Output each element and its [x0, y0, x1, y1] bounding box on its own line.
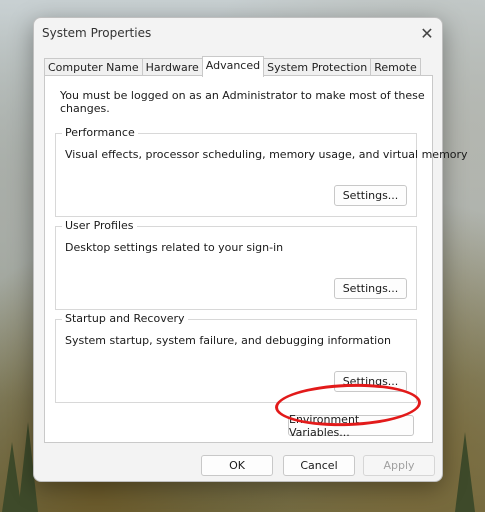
startup-recovery-group: Startup and Recovery System startup, sys… [55, 312, 417, 403]
startup-recovery-label: Startup and Recovery [62, 312, 188, 325]
environment-variables-button[interactable]: Environment Variables... [288, 413, 414, 439]
user-profiles-settings-button[interactable]: Settings... [334, 278, 407, 299]
cancel-button[interactable]: Cancel [283, 455, 355, 476]
advanced-tab-panel: You must be logged on as an Administrato… [44, 75, 468, 443]
background-tree [455, 432, 475, 512]
user-profiles-description: Desktop settings related to your sign-in [65, 241, 284, 254]
apply-button[interactable]: Apply [363, 455, 435, 476]
performance-label: Performance [62, 126, 138, 139]
startup-recovery-settings-button[interactable]: Settings... [334, 371, 407, 392]
tab-advanced[interactable]: Advanced [201, 56, 265, 77]
close-icon[interactable]: ✕ [412, 18, 442, 48]
performance-description: Visual effects, processor scheduling, me… [65, 148, 468, 161]
admin-notice: You must be logged on as an Administrato… [60, 89, 425, 115]
ok-button[interactable]: OK [201, 455, 273, 476]
startup-recovery-description: System startup, system failure, and debu… [65, 334, 391, 347]
user-profiles-group: User Profiles Desktop settings related t… [55, 219, 417, 310]
performance-group: Performance Visual effects, processor sc… [55, 126, 468, 217]
window-title: System Properties [42, 26, 152, 40]
user-profiles-label: User Profiles [62, 219, 137, 232]
performance-settings-button[interactable]: Settings... [334, 185, 407, 206]
tab-strip: Computer Name Hardware Advanced System P… [44, 56, 421, 77]
title-bar: System Properties ✕ [34, 18, 442, 48]
system-properties-window: System Properties ✕ Computer Name Hardwa… [33, 17, 468, 482]
